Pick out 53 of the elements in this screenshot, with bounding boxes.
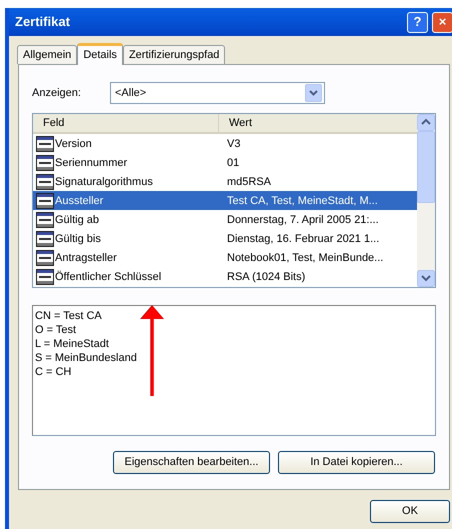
close-button[interactable]: × [432, 12, 452, 32]
scroll-up-button[interactable] [417, 114, 435, 131]
column-header[interactable]: Wert [219, 114, 262, 132]
list-row[interactable]: Signaturalgorithmus md5RSA [33, 172, 417, 191]
help-button[interactable]: ? [407, 12, 428, 32]
field-value: Dienstag, 16. Februar 2021 1... [226, 232, 380, 246]
field-icon [36, 250, 54, 266]
field-name: Gültig ab [55, 212, 100, 226]
field-name: Öffentlicher Schlüssel [55, 270, 162, 284]
field-name: Version [55, 136, 92, 150]
list-row[interactable]: Antragsteller Notebook01, Test, MeinBunde... [33, 248, 417, 267]
field-name: Seriennummer [55, 156, 128, 170]
field-value: V3 [226, 136, 240, 150]
field-icon [36, 136, 54, 152]
scroll-down-button[interactable] [417, 270, 435, 287]
field-name: Signaturalgorithmus [55, 174, 153, 188]
field-icon [36, 154, 54, 170]
tab[interactable]: Allgemein [17, 45, 78, 64]
list-row[interactable]: Version V3 [33, 134, 417, 153]
detail-line: O = Test [35, 323, 78, 337]
tab[interactable]: Details [77, 43, 123, 65]
field-name: Aussteller [55, 194, 104, 208]
field-value: Notebook01, Test, MeinBunde... [226, 250, 384, 264]
action-button[interactable]: Eigenschaften bearbeiten... [113, 451, 270, 474]
ok-button[interactable]: OK [370, 500, 450, 523]
field-icon [36, 230, 54, 246]
field-icon [36, 174, 54, 190]
field-value: Test CA, Test, MeineStadt, M... [226, 194, 378, 208]
list-row[interactable]: Aussteller Test CA, Test, MeineStadt, M... [33, 191, 417, 210]
field-value: 01 [226, 156, 240, 170]
field-value: md5RSA [226, 174, 272, 188]
show-label: Anzeigen: [32, 86, 82, 100]
field-name: Gültig bis [55, 232, 101, 246]
field-icon [36, 268, 54, 284]
list-row[interactable]: Gültig bis Dienstag, 16. Februar 2021 1... [33, 229, 417, 248]
scrollbar-thumb[interactable] [417, 131, 435, 203]
list-row[interactable]: Seriennummer 01 [33, 153, 417, 172]
window-title: Zertifikat [15, 13, 70, 32]
list-row[interactable]: Öffentlicher Schlüssel RSA (1024 Bits) [33, 267, 417, 286]
detail-line: L = MeineStadt [35, 337, 110, 351]
list-row[interactable]: Gültig ab Donnerstag, 7. April 2005 21:... [33, 210, 417, 229]
field-value: RSA (1024 Bits) [226, 270, 306, 284]
column-header[interactable]: Feld [33, 114, 219, 132]
field-icon [36, 192, 54, 208]
tab[interactable]: Zertifizierungspfad [122, 45, 226, 64]
detail-line: S = MeinBundesland [35, 351, 138, 365]
field-name: Antragsteller [55, 250, 117, 264]
detail-line: CN = Test CA [35, 309, 103, 323]
detail-line: C = CH [35, 365, 72, 379]
field-value: Donnerstag, 7. April 2005 21:... [226, 212, 379, 226]
action-button[interactable]: In Datei kopieren... [278, 451, 435, 474]
show-dropdown[interactable]: <Alle> [110, 82, 325, 104]
field-icon [36, 212, 54, 228]
